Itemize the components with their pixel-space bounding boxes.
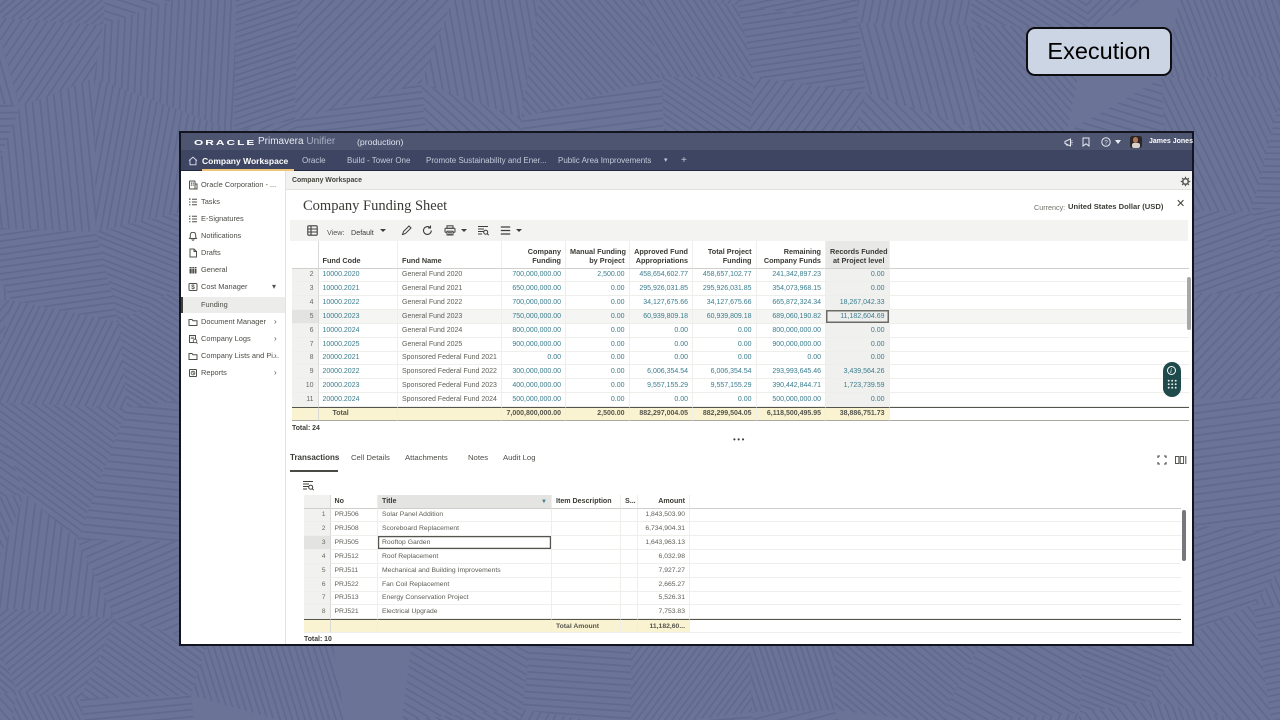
svg-text:$: $ bbox=[191, 284, 195, 291]
svg-text:?: ? bbox=[1104, 139, 1108, 146]
